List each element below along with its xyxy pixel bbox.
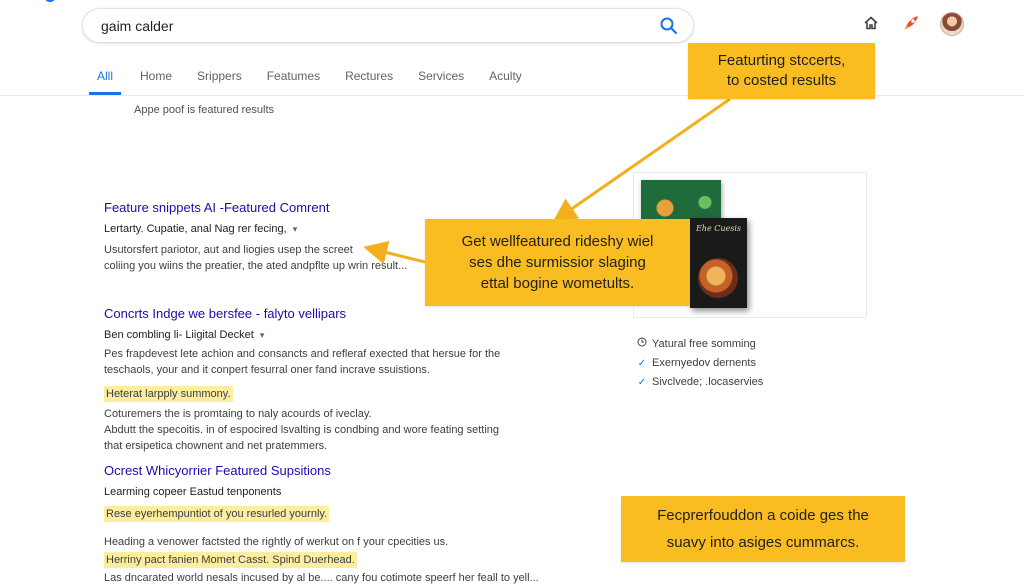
result-snippet-line: that ersipetica chownent and net pratemm… xyxy=(104,440,328,452)
result-snippet-line: Heading a venower factsted the rightly o… xyxy=(104,536,449,548)
result-snippet-line: Pes frapdevest lete achion and consancts… xyxy=(104,348,501,360)
check-icon: ✓ xyxy=(637,358,647,369)
result-stats: Appe poof is featured results xyxy=(134,104,275,116)
result-snippet-line: teschaols, your and it conpert fesurral … xyxy=(104,364,430,376)
result-meta-text: Ben combling li- Liigital Decket xyxy=(104,329,254,341)
book-cover-image[interactable]: Ehe Cuesis xyxy=(690,218,747,308)
tab-snippets[interactable]: Srippers xyxy=(197,66,242,95)
highlighted-snippet: Herriny pact fanien Momet Casst. Spind D… xyxy=(104,552,357,568)
highlighted-snippet: Heterat larpply summony. xyxy=(104,386,233,402)
annotation-callout: Get wellfeatured rideshy wiel ses dhe su… xyxy=(425,219,690,306)
search-input[interactable] xyxy=(101,9,641,42)
result-snippet-line: Abdutt the specoitis. in of espocired ls… xyxy=(104,424,500,436)
annotation-callout: Featurting stccerts, to costed results xyxy=(688,43,875,99)
home-icon[interactable] xyxy=(860,12,882,34)
search-icon[interactable] xyxy=(659,16,679,36)
result-meta: Learming copeer Eastud tenponents xyxy=(104,486,282,498)
result-snippet-line: Coturemers the is promtaing to naly acou… xyxy=(104,408,372,420)
chevron-down-icon[interactable]: ▾ xyxy=(293,222,298,236)
check-icon: ✓ xyxy=(637,377,647,388)
search-tabs: Alll Home Srippers Featumes Rectures Ser… xyxy=(89,66,547,95)
food-illustration xyxy=(698,258,738,298)
feature-list: Yatural free somming ✓ Exernyedov dernen… xyxy=(636,335,763,392)
feature-label: Exernyedov dernents xyxy=(652,357,756,369)
highlighted-snippet: Rese eyerhempuntiot of you resurled your… xyxy=(104,506,330,522)
tab-faculty[interactable]: Aculty xyxy=(489,66,522,95)
result-title-link[interactable]: Feature snippets AI -Featured Comrent xyxy=(104,200,534,216)
search-result: Concrts Indge we bersfee - falyto vellip… xyxy=(104,306,534,454)
result-meta-text: Lertarty. Cupatie, anal Nag rer fecing, xyxy=(104,223,287,235)
result-snippet-line: Las dncarated world nesals incused by al… xyxy=(104,572,539,584)
tab-features[interactable]: Featumes xyxy=(267,66,320,95)
result-meta: Ben combling li- Liigital Decket ▾ xyxy=(104,328,534,342)
tab-services[interactable]: Services xyxy=(418,66,464,95)
tab-all[interactable]: Alll xyxy=(89,66,122,95)
tab-pictures[interactable]: Rectures xyxy=(345,66,393,95)
feature-item: ✓ Exernyedov dernents xyxy=(636,354,763,373)
search-results-page: Alll Home Srippers Featumes Rectures Ser… xyxy=(0,0,1024,585)
chevron-down-icon[interactable]: ▾ xyxy=(260,328,265,342)
result-title-link[interactable]: Concrts Indge we bersfee - falyto vellip… xyxy=(104,306,534,322)
logo-fragment xyxy=(44,0,56,2)
rocket-icon[interactable] xyxy=(900,12,922,34)
result-title-link[interactable]: Ocrest Whicyorrier Featured Supsitions xyxy=(104,463,534,479)
book-cover-title: Ehe Cuesis xyxy=(695,224,742,233)
feature-label: Sivclvede; .locaservies xyxy=(652,376,764,388)
avatar[interactable] xyxy=(940,12,964,36)
feature-item: ✓ Sivclvede; .locaservies xyxy=(636,373,763,392)
search-result: Ocrest Whicyorrier Featured Supsitions L… xyxy=(104,463,539,585)
search-box[interactable] xyxy=(82,8,694,43)
clock-icon xyxy=(636,335,648,354)
tab-home[interactable]: Home xyxy=(140,66,172,95)
top-bar-icons xyxy=(860,12,922,34)
feature-item: Yatural free somming xyxy=(636,335,763,354)
feature-label: Yatural free somming xyxy=(652,338,756,350)
annotation-callout: Fecprerfouddon a coide ges the suavy int… xyxy=(621,496,905,562)
